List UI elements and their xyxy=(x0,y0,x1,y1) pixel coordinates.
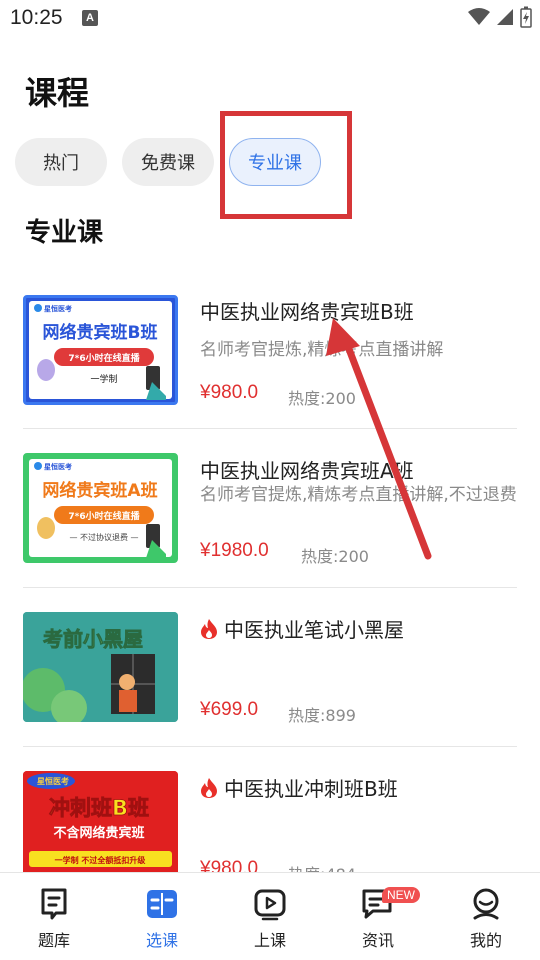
thumb-headline: 考前小黑屋 xyxy=(43,627,143,651)
section-title: 专业课 xyxy=(25,218,104,248)
signal-icon xyxy=(497,9,513,25)
thumb-pill: 7*6小时在线直播 xyxy=(68,510,140,522)
course-thumbnail: 星恒医考 冲刺班B班 不含网络贵宾班 一学制 不过全额抵扣升级 xyxy=(23,771,178,881)
course-item[interactable]: 考前小黑屋 中医执业笔试小黑屋 ¥699.0 热度:899 xyxy=(0,588,540,746)
course-price: ¥980.0 xyxy=(200,382,259,403)
course-title: 中医执业冲刺班B班 xyxy=(200,773,398,802)
course-select-icon xyxy=(147,890,177,918)
course-banner-graphic: 星恒医考 冲刺班B班 不含网络贵宾班 一学制 不过全额抵扣升级 xyxy=(23,771,178,881)
nav-label: 我的 xyxy=(469,931,502,950)
course-banner-graphic: 考前小黑屋 xyxy=(23,612,178,722)
thumb-sub: 一学制 xyxy=(90,373,117,385)
nav-course-select[interactable]: 选课 xyxy=(108,873,216,960)
thumb-headline: 网络贵宾班A班 xyxy=(42,480,157,501)
profile-icon xyxy=(473,888,499,920)
thumb-brand: 星恒医考 xyxy=(44,304,72,313)
course-thumbnail: 考前小黑屋 xyxy=(23,612,178,722)
course-price: ¥1980.0 xyxy=(200,540,269,561)
course-banner-graphic: 星恒医考 网络贵宾班B班 7*6小时在线直播 一学制 xyxy=(29,301,172,400)
play-class-icon xyxy=(254,889,286,921)
course-thumbnail: 星恒医考 网络贵宾班B班 7*6小时在线直播 一学制 xyxy=(23,295,178,405)
status-time: 10:25 xyxy=(10,6,63,29)
flame-icon xyxy=(201,619,217,639)
nav-label: 题库 xyxy=(37,931,70,950)
nav-profile[interactable]: 我的 xyxy=(432,873,540,960)
course-thumbnail: 星恒医考 网络贵宾班A班 7*6小时在线直播 — 不过协议退费 — xyxy=(23,453,178,563)
course-description: 名师考官提炼,精炼考点直播讲解 xyxy=(200,340,444,360)
course-heat: 热度:200 xyxy=(288,389,356,408)
flame-icon xyxy=(201,778,217,798)
tab-free[interactable]: 免费课 xyxy=(122,138,214,186)
thumb-brand: 星恒医考 xyxy=(37,776,69,786)
nav-attend-class[interactable]: 上课 xyxy=(216,873,324,960)
question-bank-icon xyxy=(41,888,67,920)
bottom-nav: 题库 选课 上课 NEW 资讯 我的 xyxy=(0,872,540,960)
page-title: 课程 xyxy=(25,74,90,112)
annotation-highlight-box xyxy=(220,111,352,219)
thumb-headline: 冲刺班B班 xyxy=(49,796,149,820)
nav-label: 上课 xyxy=(253,931,286,950)
tab-hot[interactable]: 热门 xyxy=(15,138,107,186)
thumb-headline: 网络贵宾班B班 xyxy=(43,322,158,343)
course-title: 中医执业笔试小黑屋 xyxy=(200,614,404,643)
course-title: 中医执业网络贵宾班A班 xyxy=(200,459,414,483)
nav-label: 选课 xyxy=(145,931,178,950)
battery-icon xyxy=(520,6,532,28)
status-bar: 10:25 A xyxy=(0,0,540,38)
thumb-pill: 不含网络贵宾班 xyxy=(53,825,144,841)
nav-question-bank[interactable]: 题库 xyxy=(0,873,108,960)
thumb-pill: 7*6小时在线直播 xyxy=(68,352,140,364)
course-description: 名师考官提炼,精炼考点直播讲解,不过退费 xyxy=(200,485,517,505)
thumb-sub: 一学制 不过全额抵扣升级 xyxy=(55,855,147,865)
nav-news[interactable]: NEW 资讯 xyxy=(324,873,432,960)
course-title: 中医执业网络贵宾班B班 xyxy=(200,300,414,324)
course-item[interactable]: 星恒医考 网络贵宾班B班 7*6小时在线直播 一学制 中医执业网络贵宾班B班 名… xyxy=(0,270,540,428)
course-heat: 热度:200 xyxy=(301,547,369,566)
course-title-text: 中医执业冲刺班B班 xyxy=(224,777,398,801)
course-price: ¥699.0 xyxy=(200,699,259,720)
nav-label: 资讯 xyxy=(361,931,394,950)
course-banner-graphic: 星恒医考 网络贵宾班A班 7*6小时在线直播 — 不过协议退费 — xyxy=(29,459,172,558)
notification-icon: A xyxy=(82,10,98,26)
course-item[interactable]: 星恒医考 网络贵宾班A班 7*6小时在线直播 — 不过协议退费 — 中医执业网络… xyxy=(0,429,540,587)
thumb-sub: — 不过协议退费 — xyxy=(69,532,138,542)
course-heat: 热度:899 xyxy=(288,706,356,725)
new-badge: NEW xyxy=(382,887,420,903)
course-title-text: 中医执业笔试小黑屋 xyxy=(224,618,404,642)
thumb-brand: 星恒医考 xyxy=(44,462,72,471)
wifi-icon xyxy=(468,8,490,25)
